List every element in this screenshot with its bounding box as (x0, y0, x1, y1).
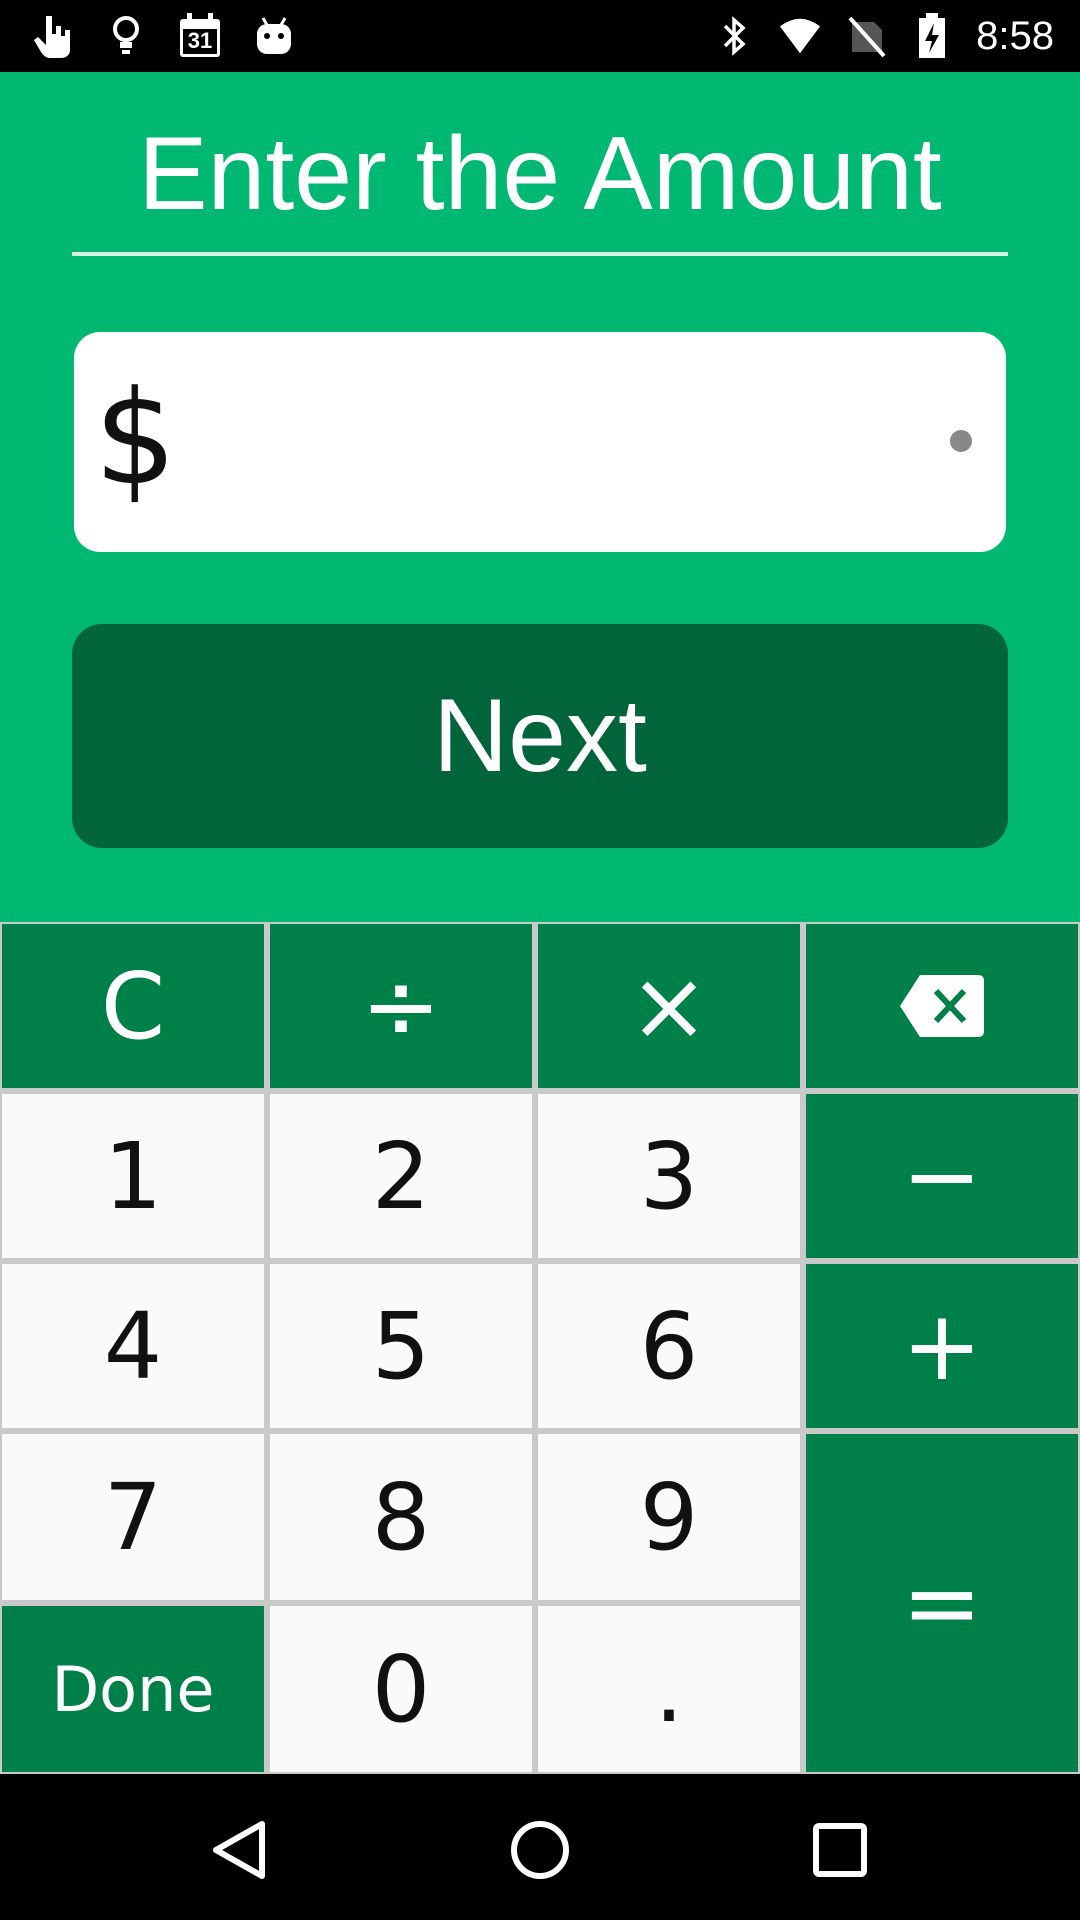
next-button[interactable]: Next (72, 624, 1008, 848)
key-4[interactable]: 4 (2, 1264, 264, 1428)
key-5[interactable]: 5 (270, 1264, 532, 1428)
status-left-icons: 31 (30, 12, 296, 60)
key-6[interactable]: 6 (538, 1264, 800, 1428)
back-icon (213, 1821, 265, 1879)
amount-entry-screen: Enter the Amount $ Next (0, 72, 1080, 922)
status-bar: 31 8:58 (0, 0, 1080, 72)
done-key[interactable]: Done (2, 1606, 264, 1772)
key-7[interactable]: 7 (2, 1434, 264, 1600)
calendar-day: 31 (187, 28, 213, 53)
home-button[interactable] (500, 1810, 580, 1890)
key-8[interactable]: 8 (270, 1434, 532, 1600)
key-3[interactable]: 3 (538, 1094, 800, 1258)
clear-key[interactable]: C (2, 924, 264, 1088)
battery-charging-icon (910, 12, 954, 60)
key-2[interactable]: 2 (270, 1094, 532, 1258)
divide-key[interactable]: ÷ (270, 924, 532, 1088)
bluetooth-icon (712, 12, 756, 60)
currency-symbol: $ (94, 362, 177, 514)
page-title: Enter the Amount (138, 116, 942, 232)
home-icon (511, 1821, 569, 1879)
multiply-key[interactable]: × (538, 924, 800, 1088)
back-button[interactable] (200, 1810, 280, 1890)
touch-icon (30, 12, 74, 60)
key-9[interactable]: 9 (538, 1434, 800, 1600)
plus-key[interactable]: + (806, 1264, 1078, 1428)
backspace-key[interactable] (806, 924, 1078, 1088)
wifi-icon (778, 12, 822, 60)
recents-icon (813, 1823, 867, 1877)
title-divider (72, 252, 1008, 256)
amount-cursor-dot (950, 430, 972, 452)
amount-input[interactable]: $ (74, 332, 1006, 552)
no-sim-icon (844, 12, 888, 60)
navigation-bar (0, 1774, 1080, 1920)
backspace-icon (900, 975, 984, 1037)
calculator-keypad: C ÷ × 1 2 3 − 4 5 6 + 7 8 9 = Done 0 . (0, 922, 1080, 1774)
key-0[interactable]: 0 (270, 1606, 532, 1772)
status-right-icons: 8:58 (712, 12, 1054, 60)
status-time: 8:58 (976, 14, 1054, 58)
decimal-key[interactable]: . (538, 1606, 800, 1772)
equals-key[interactable]: = (806, 1434, 1078, 1772)
key-1[interactable]: 1 (2, 1094, 264, 1258)
lightbulb-icon (104, 12, 148, 60)
minus-key[interactable]: − (806, 1094, 1078, 1258)
calendar-icon: 31 (178, 12, 222, 60)
android-icon (252, 12, 296, 60)
recents-button[interactable] (800, 1810, 880, 1890)
